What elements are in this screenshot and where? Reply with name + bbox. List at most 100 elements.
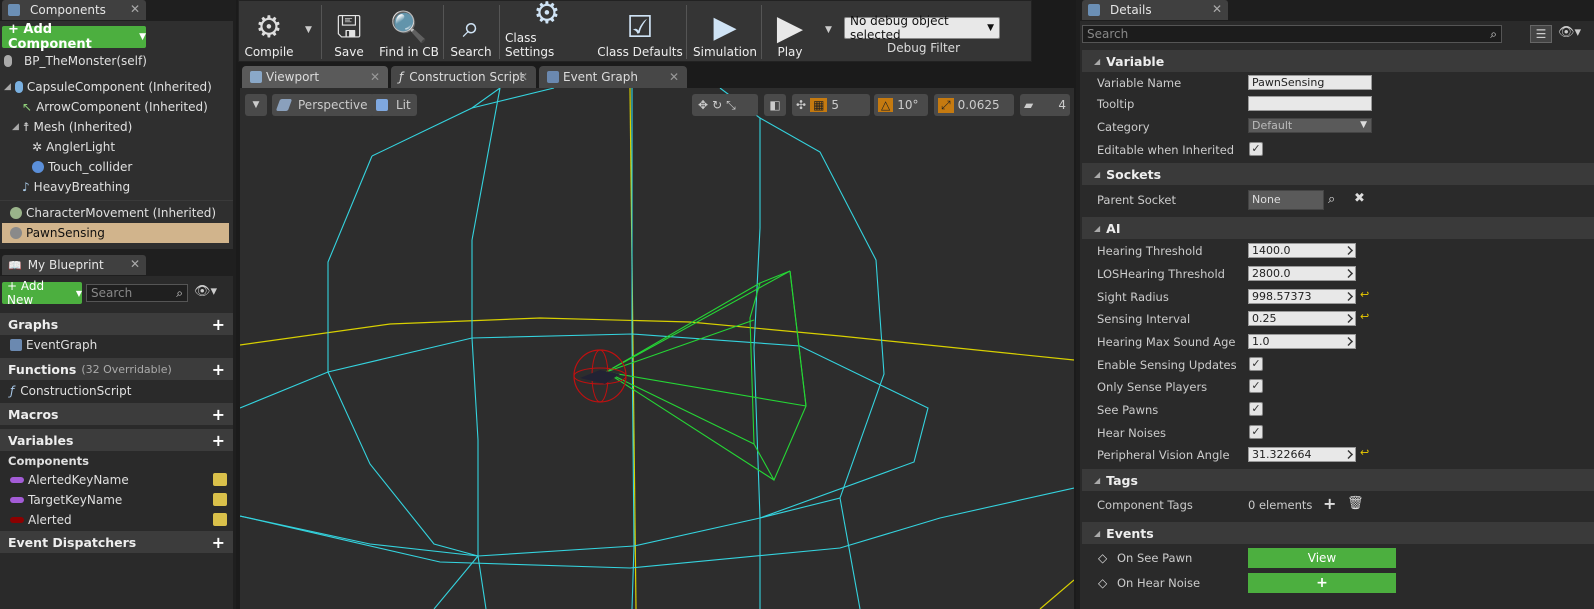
grid-snap-value[interactable]: 5: [831, 98, 839, 112]
surface-snap-icon[interactable]: ✣: [796, 98, 806, 112]
reset-to-default-icon[interactable]: ↩: [1360, 446, 1369, 459]
add-macro-icon[interactable]: +: [212, 405, 225, 424]
parent-socket-value[interactable]: None: [1248, 190, 1324, 210]
details-tab[interactable]: Details ✕: [1082, 0, 1228, 20]
sockets-section[interactable]: ◢ Sockets: [1082, 163, 1594, 185]
visibility-eye-icon[interactable]: [213, 493, 227, 506]
component-item-pawnsensing[interactable]: PawnSensing: [2, 223, 229, 243]
close-icon[interactable]: ✕: [130, 257, 140, 271]
variable-item[interactable]: TargetKeyName: [0, 490, 233, 510]
hearing-threshold-input[interactable]: 1400.0: [1248, 243, 1356, 258]
component-item-anglerlight[interactable]: ✲ AnglerLight: [0, 137, 115, 157]
perspective-button[interactable]: Perspective: [272, 94, 374, 116]
reset-to-default-icon[interactable]: ↩: [1360, 310, 1369, 323]
save-button[interactable]: 🖫 Save: [327, 3, 371, 61]
scale-snap-icon[interactable]: ⤢: [938, 97, 954, 113]
visibility-eye-icon[interactable]: [213, 473, 227, 486]
variables-section[interactable]: Variables +: [0, 429, 233, 451]
find-in-cb-button[interactable]: 🔍 Find in CB: [377, 3, 441, 61]
construction-script-item[interactable]: ƒ ConstructionScript: [0, 381, 131, 401]
tab-construction-script[interactable]: ƒ Construction Script ✕: [391, 66, 536, 88]
tooltip-input[interactable]: [1248, 96, 1372, 111]
variable-item[interactable]: AlertedKeyName: [0, 470, 233, 490]
component-item-arrow[interactable]: ↖ ArrowComponent (Inherited): [0, 97, 208, 117]
add-component-button[interactable]: + Add Component ▼: [2, 22, 146, 52]
graphs-section[interactable]: Graphs +: [0, 313, 233, 335]
reset-to-default-icon[interactable]: ↩: [1360, 288, 1369, 301]
ai-section[interactable]: ◢ AI: [1082, 217, 1594, 239]
tab-event-graph[interactable]: Event Graph ✕: [539, 66, 687, 88]
on-hear-noise-add-button[interactable]: +: [1248, 573, 1396, 593]
variable-name-input[interactable]: PawnSensing: [1248, 75, 1372, 90]
lit-button[interactable]: Lit: [370, 94, 417, 116]
category-select[interactable]: Default ▼: [1248, 118, 1372, 133]
viewport-options-button[interactable]: ▼: [245, 94, 267, 116]
close-icon[interactable]: ✕: [1212, 2, 1222, 16]
class-settings-button[interactable]: ⚙ Class Settings: [505, 0, 589, 61]
add-graph-icon[interactable]: +: [212, 315, 225, 334]
component-item-charactermovement[interactable]: CharacterMovement (Inherited): [0, 203, 216, 223]
add-dispatcher-icon[interactable]: +: [212, 533, 225, 552]
clear-x-icon[interactable]: ✖: [1354, 191, 1365, 206]
close-icon[interactable]: ✕: [518, 70, 528, 84]
only-sense-players-checkbox[interactable]: ✓: [1249, 379, 1263, 393]
expand-arrow-icon[interactable]: ◢: [12, 122, 19, 132]
rotation-snap-value[interactable]: 10°: [897, 98, 918, 112]
event-dispatchers-section[interactable]: Event Dispatchers +: [0, 531, 233, 553]
coordinate-system-button[interactable]: ◧: [764, 94, 786, 116]
close-icon[interactable]: ✕: [669, 70, 679, 84]
event-graph-item[interactable]: EventGraph: [0, 335, 97, 355]
simulation-button[interactable]: ▶ Simulation: [693, 3, 757, 61]
add-new-button[interactable]: + Add New ▼: [2, 279, 82, 307]
editable-inherited-checkbox[interactable]: ✓: [1249, 142, 1263, 156]
rotation-snap-group[interactable]: △ 10°: [874, 94, 928, 116]
los-hearing-threshold-input[interactable]: 2800.0: [1248, 266, 1356, 281]
see-pawns-checkbox[interactable]: ✓: [1249, 402, 1263, 416]
scale-snap-group[interactable]: ⤢ 0.0625: [934, 94, 1014, 116]
add-function-icon[interactable]: +: [212, 360, 225, 379]
rotate-icon[interactable]: ↻: [712, 98, 722, 112]
sensing-interval-input[interactable]: 0.25: [1248, 311, 1356, 326]
play-button[interactable]: ▶ Play: [767, 3, 813, 61]
blueprint-search-input[interactable]: Search ⌕: [86, 284, 188, 302]
sight-radius-input[interactable]: 998.57373: [1248, 289, 1356, 304]
rotation-snap-icon[interactable]: △: [878, 98, 894, 112]
scale-icon[interactable]: ⤡: [726, 98, 736, 113]
close-icon[interactable]: ✕: [130, 2, 140, 16]
compile-options-chevron-icon[interactable]: ▼: [305, 25, 312, 35]
viewport[interactable]: ▼ Perspective Lit ✥ ↻ ⤡ ◧ ✣ ▦ 5 △ 10° ⤢ …: [240, 88, 1074, 609]
hear-noises-checkbox[interactable]: ✓: [1249, 425, 1263, 439]
my-blueprint-tab[interactable]: 📖 My Blueprint ✕: [2, 255, 146, 275]
visibility-eye-icon[interactable]: 👁▾: [1558, 25, 1581, 40]
add-variable-icon[interactable]: +: [212, 431, 225, 450]
tags-section[interactable]: ◢ Tags: [1082, 469, 1594, 491]
on-see-pawn-view-button[interactable]: View: [1248, 548, 1396, 568]
trash-icon[interactable]: 🗑: [1347, 496, 1364, 511]
functions-section[interactable]: Functions (32 Overridable) +: [0, 358, 233, 380]
translate-icon[interactable]: ✥: [698, 98, 708, 112]
search-button[interactable]: ⌕ Search: [447, 3, 495, 61]
component-item-capsule[interactable]: ◢ CapsuleComponent (Inherited): [0, 77, 212, 97]
enable-sensing-updates-checkbox[interactable]: ✓: [1249, 357, 1263, 371]
property-matrix-icon[interactable]: ☰: [1530, 25, 1552, 43]
macros-section[interactable]: Macros +: [0, 403, 233, 425]
visibility-eye-icon[interactable]: [213, 513, 227, 526]
grid-snap-icon[interactable]: ▦: [810, 98, 828, 112]
close-icon[interactable]: ✕: [370, 70, 380, 84]
camera-speed-button[interactable]: ▰ 4: [1020, 94, 1070, 116]
browse-magnifier-icon[interactable]: ⌕: [1328, 192, 1335, 207]
class-defaults-button[interactable]: ☑ Class Defaults: [597, 3, 683, 61]
tab-viewport[interactable]: Viewport ✕: [242, 66, 388, 88]
components-category[interactable]: Components: [0, 451, 89, 471]
component-item-touch-collider[interactable]: Touch_collider: [0, 157, 132, 177]
components-tab[interactable]: Components ✕: [2, 0, 146, 20]
component-item-mesh[interactable]: ◢ ☨ Mesh (Inherited): [0, 117, 132, 137]
peripheral-vision-angle-input[interactable]: 31.322664: [1248, 447, 1356, 462]
scale-snap-value[interactable]: 0.0625: [958, 98, 1000, 112]
hearing-max-sound-age-input[interactable]: 1.0: [1248, 334, 1356, 349]
play-options-chevron-icon[interactable]: ▼: [825, 25, 832, 35]
compile-button[interactable]: ⚙ Compile: [243, 3, 295, 61]
visibility-eye-icon[interactable]: 👁▾: [194, 284, 217, 299]
grid-snap-group[interactable]: ✣ ▦ 5: [792, 94, 870, 116]
component-item-self[interactable]: BP_TheMonster(self): [0, 51, 147, 71]
